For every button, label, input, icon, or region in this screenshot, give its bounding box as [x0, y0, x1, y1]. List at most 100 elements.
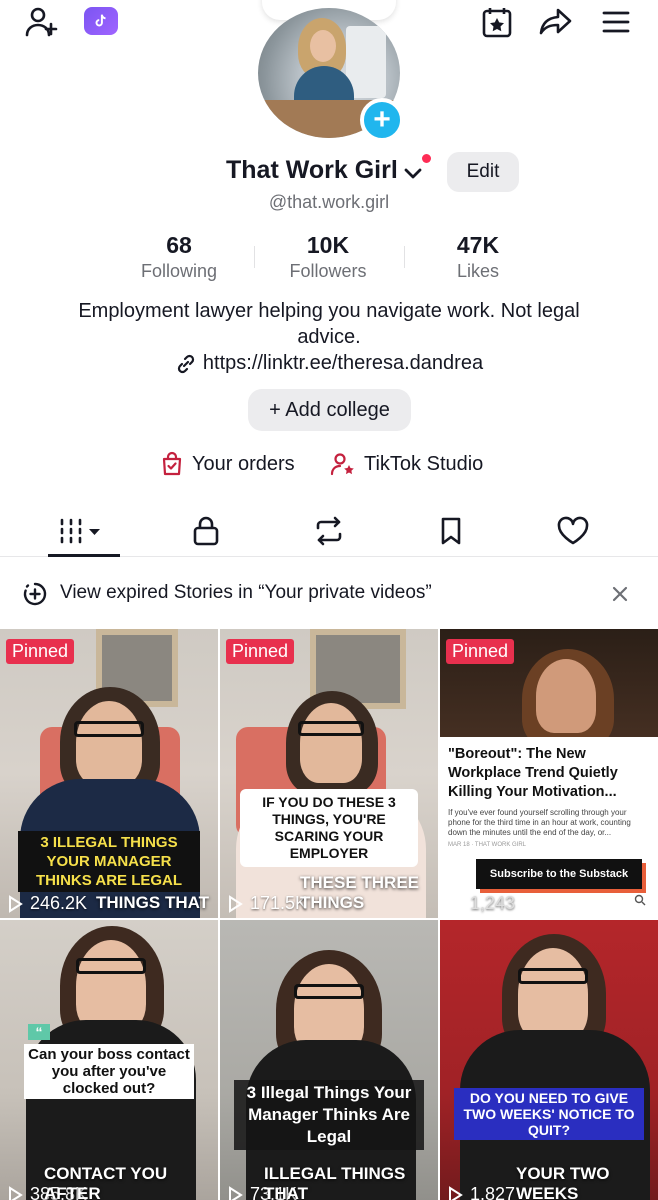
add-friend-icon[interactable]: [20, 0, 64, 44]
close-icon[interactable]: [608, 582, 632, 606]
stat-label: Following: [140, 261, 218, 281]
person-face: [76, 701, 142, 785]
glasses-shape: [518, 968, 588, 984]
video-caption: DO YOU NEED TO GIVE TWO WEEKS' NOTICE TO…: [454, 1088, 644, 1140]
bio-text: Employment lawyer helping you navigate w…: [78, 300, 580, 348]
tiktok-app-badge-icon[interactable]: [84, 7, 118, 35]
video-caption: Can your boss contact you after you've c…: [24, 1044, 194, 1099]
add-story-plus-icon[interactable]: +: [360, 98, 404, 142]
username-handle: @that.work.girl: [268, 192, 390, 212]
glasses-shape: [294, 984, 364, 999]
quick-links: Your orders TikTok Studio: [0, 451, 658, 481]
subscribe-button: Subscribe to the Substack: [476, 859, 642, 889]
profile-tabs: [0, 503, 658, 557]
heart-icon: [557, 516, 589, 545]
search-icon: [634, 894, 646, 906]
view-count-text: 246.2K: [30, 893, 88, 913]
view-count-text: 171.5K: [250, 893, 308, 913]
repost-icon: [316, 516, 342, 546]
tab-reposts[interactable]: [299, 511, 359, 551]
stat-divider: [404, 246, 405, 268]
play-icon: [449, 894, 463, 913]
pinned-badge: Pinned: [446, 639, 515, 664]
tab-liked[interactable]: [543, 511, 603, 551]
article-title: "Boreout": The New Workplace Trend Quiet…: [448, 746, 618, 800]
tab-private[interactable]: [176, 511, 236, 551]
video-tile[interactable]: “ Can your boss contact you after you've…: [0, 920, 218, 1200]
person-face: [518, 948, 588, 1040]
article-body: If you've ever found yourself scrolling …: [448, 808, 631, 837]
view-count: 246.2K: [6, 893, 87, 914]
tab-videos[interactable]: [54, 511, 114, 551]
video-bottom-text: ILLEGAL THINGS THAT: [264, 1164, 406, 1200]
your-orders-label: Your orders: [192, 452, 295, 475]
video-tile[interactable]: 3 Illegal Things Your Manager Thinks Are…: [220, 920, 438, 1200]
videos-grid-icon: [60, 518, 100, 544]
view-count: 1,243: [446, 893, 515, 914]
expired-stories-banner[interactable]: View expired Stories in “Your private vi…: [0, 570, 658, 616]
notification-dot: [422, 154, 431, 163]
share-icon[interactable]: [534, 0, 578, 44]
person-face: [76, 940, 146, 1032]
stat-value: 10K: [306, 232, 350, 258]
video-bottom-text: YOUR TWO WEEKS: [516, 1164, 610, 1200]
play-icon: [229, 1185, 243, 1200]
quote-icon: “: [28, 1024, 50, 1040]
video-bottom-text: CONTACT YOU AFTER: [44, 1164, 168, 1200]
glasses-shape: [76, 958, 146, 974]
video-tile[interactable]: Pinned 3 ILLEGAL THINGS YOUR MANAGER THI…: [0, 629, 218, 918]
pinned-badge: Pinned: [226, 639, 295, 664]
video-tile[interactable]: Pinned IF YOU DO THESE 3 THINGS, YOU'RE …: [220, 629, 438, 918]
menu-icon[interactable]: [594, 0, 638, 44]
tiktok-studio-link[interactable]: TikTok Studio: [330, 451, 483, 477]
video-tile[interactable]: Pinned "Boreout": The New Workplace Tren…: [440, 629, 658, 918]
bio-link-text[interactable]: https://linktr.ee/theresa.dandrea: [203, 352, 483, 375]
chevron-down-icon[interactable]: [402, 162, 424, 184]
favorites-calendar-icon[interactable]: [475, 0, 519, 44]
video-caption: 3 Illegal Things Your Manager Thinks Are…: [234, 1080, 424, 1150]
lock-icon: [193, 516, 219, 546]
stat-label: Likes: [456, 261, 500, 281]
link-icon: [177, 354, 195, 373]
profile-stats: 68 Following 10K Followers 47K Likes: [0, 232, 658, 288]
stat-value: 68: [166, 232, 192, 258]
expired-stories-text[interactable]: View expired Stories in “Your private vi…: [60, 582, 432, 604]
person-face: [300, 703, 362, 783]
video-tile[interactable]: DO YOU NEED TO GIVE TWO WEEKS' NOTICE TO…: [440, 920, 658, 1200]
add-story-circle-icon: [23, 582, 47, 606]
glasses-shape: [74, 721, 144, 737]
name-row: That Work Girl Edit: [0, 152, 658, 192]
video-grid: Pinned 3 ILLEGAL THINGS YOUR MANAGER THI…: [0, 629, 658, 1200]
play-icon: [9, 894, 23, 913]
edit-profile-button[interactable]: Edit: [447, 152, 519, 192]
your-orders-link[interactable]: Your orders: [160, 451, 295, 477]
studio-person-star-icon: [330, 453, 354, 476]
play-icon: [229, 894, 243, 913]
pinned-badge: Pinned: [6, 639, 75, 664]
glasses-shape: [298, 721, 364, 736]
stat-followers[interactable]: 10K Followers: [258, 232, 398, 282]
shopping-bag-icon: [162, 451, 182, 476]
stat-label: Followers: [289, 261, 367, 281]
stat-divider: [254, 246, 255, 268]
view-count: 171.5K: [226, 893, 307, 914]
bio-link[interactable]: https://linktr.ee/theresa.dandrea: [0, 352, 658, 375]
bookmark-icon: [441, 517, 461, 545]
view-count: 1,827: [446, 1184, 515, 1200]
stat-following[interactable]: 68 Following: [109, 232, 249, 282]
video-bottom-text: THESE THREE THINGS: [300, 873, 420, 912]
stat-likes[interactable]: 47K Likes: [408, 232, 548, 282]
video-caption: 3 ILLEGAL THINGS YOUR MANAGER THINKS ARE…: [18, 831, 200, 892]
play-icon: [9, 1185, 23, 1200]
tab-saved[interactable]: [421, 511, 481, 551]
display-name[interactable]: That Work Girl: [226, 156, 398, 185]
play-icon: [449, 1185, 463, 1200]
view-count-text: 1,827: [470, 1184, 516, 1200]
person-face: [536, 659, 596, 733]
article-card: "Boreout": The New Workplace Trend Quiet…: [440, 737, 658, 918]
tiktok-studio-label: TikTok Studio: [364, 452, 484, 475]
video-bottom-text: THINGS THAT: [96, 893, 210, 912]
stat-value: 47K: [456, 232, 500, 258]
article-meta: MAR 18 · THAT WORK GIRL: [448, 842, 527, 848]
add-college-button[interactable]: + Add college: [248, 389, 411, 431]
